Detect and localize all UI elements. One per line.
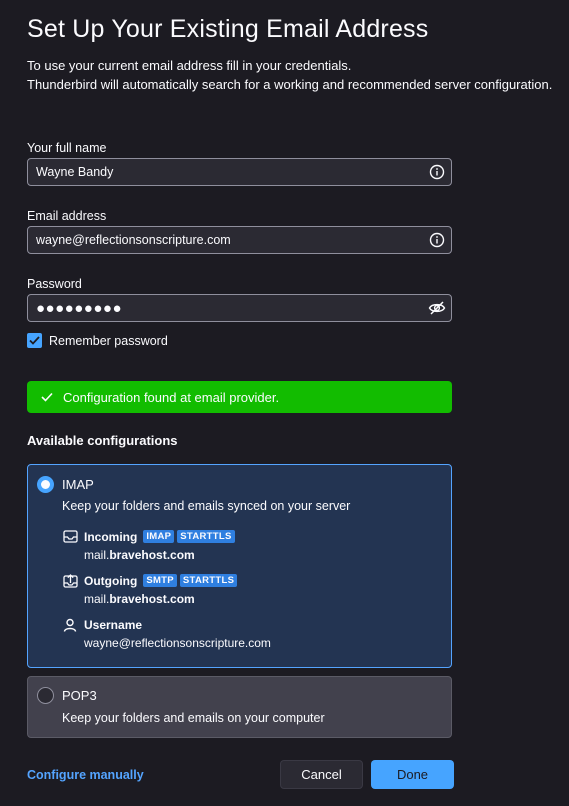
status-message: Configuration found at email provider. (63, 389, 280, 405)
imap-title: IMAP (62, 477, 94, 492)
status-banner: Configuration found at email provider. (27, 381, 452, 413)
security-badge: STARTTLS (179, 574, 238, 587)
intro-line-2: Thunderbird will automatically search fo… (27, 77, 553, 92)
page-title: Set Up Your Existing Email Address (27, 15, 429, 43)
checkmark-icon (41, 390, 53, 405)
pop3-title: POP3 (62, 688, 97, 703)
user-icon (62, 617, 78, 632)
outbox-icon (62, 573, 78, 588)
remember-label: Remember password (49, 333, 168, 348)
name-value: Wayne Bandy (36, 165, 114, 179)
username-info: Username wayne@reflectionsonscripture.co… (62, 617, 271, 650)
configure-manually-link[interactable]: Configure manually (27, 768, 144, 782)
pop3-radio[interactable] (37, 687, 54, 704)
remember-password[interactable]: Remember password (27, 333, 168, 348)
outgoing-server: Outgoing SMTP STARTTLS mail.bravehost.co… (62, 573, 238, 606)
configs-heading: Available configurations (27, 433, 178, 448)
email-label: Email address (27, 209, 107, 223)
imap-description: Keep your folders and emails synced on y… (62, 499, 351, 513)
username-value: wayne@reflectionsonscripture.com (84, 636, 271, 650)
incoming-label: Incoming (84, 529, 138, 544)
cancel-button[interactable]: Cancel (280, 760, 363, 789)
remember-checkbox[interactable] (27, 333, 42, 348)
protocol-badge: SMTP (143, 574, 177, 587)
imap-option[interactable]: IMAP Keep your folders and emails synced… (27, 464, 452, 668)
name-label: Your full name (27, 141, 107, 155)
pop3-option[interactable]: POP3 Keep your folders and emails on you… (27, 676, 452, 738)
intro-text: To use your current email address fill i… (27, 56, 569, 94)
intro-line-1: To use your current email address fill i… (27, 58, 352, 73)
pop3-description: Keep your folders and emails on your com… (62, 711, 325, 725)
username-label: Username (84, 617, 143, 632)
eye-slash-icon[interactable] (423, 295, 451, 321)
outgoing-label: Outgoing (84, 573, 138, 588)
incoming-host: mail.bravehost.com (84, 548, 195, 562)
password-label: Password (27, 277, 82, 291)
email-field[interactable]: wayne@reflectionsonscripture.com (27, 226, 452, 254)
password-field[interactable]: ●●●●●●●●● (27, 294, 452, 322)
security-badge: STARTTLS (177, 530, 235, 543)
info-icon[interactable] (423, 159, 451, 185)
info-icon[interactable] (423, 227, 451, 253)
inbox-icon (62, 529, 78, 544)
email-value: wayne@reflectionsonscripture.com (36, 233, 231, 247)
incoming-server: Incoming IMAP STARTTLS mail.bravehost.co… (62, 529, 235, 562)
done-button[interactable]: Done (371, 760, 454, 789)
password-value: ●●●●●●●●● (36, 299, 123, 317)
name-field[interactable]: Wayne Bandy (27, 158, 452, 186)
protocol-badge: IMAP (143, 530, 175, 543)
imap-radio[interactable] (37, 476, 54, 493)
outgoing-host: mail.bravehost.com (84, 592, 195, 606)
